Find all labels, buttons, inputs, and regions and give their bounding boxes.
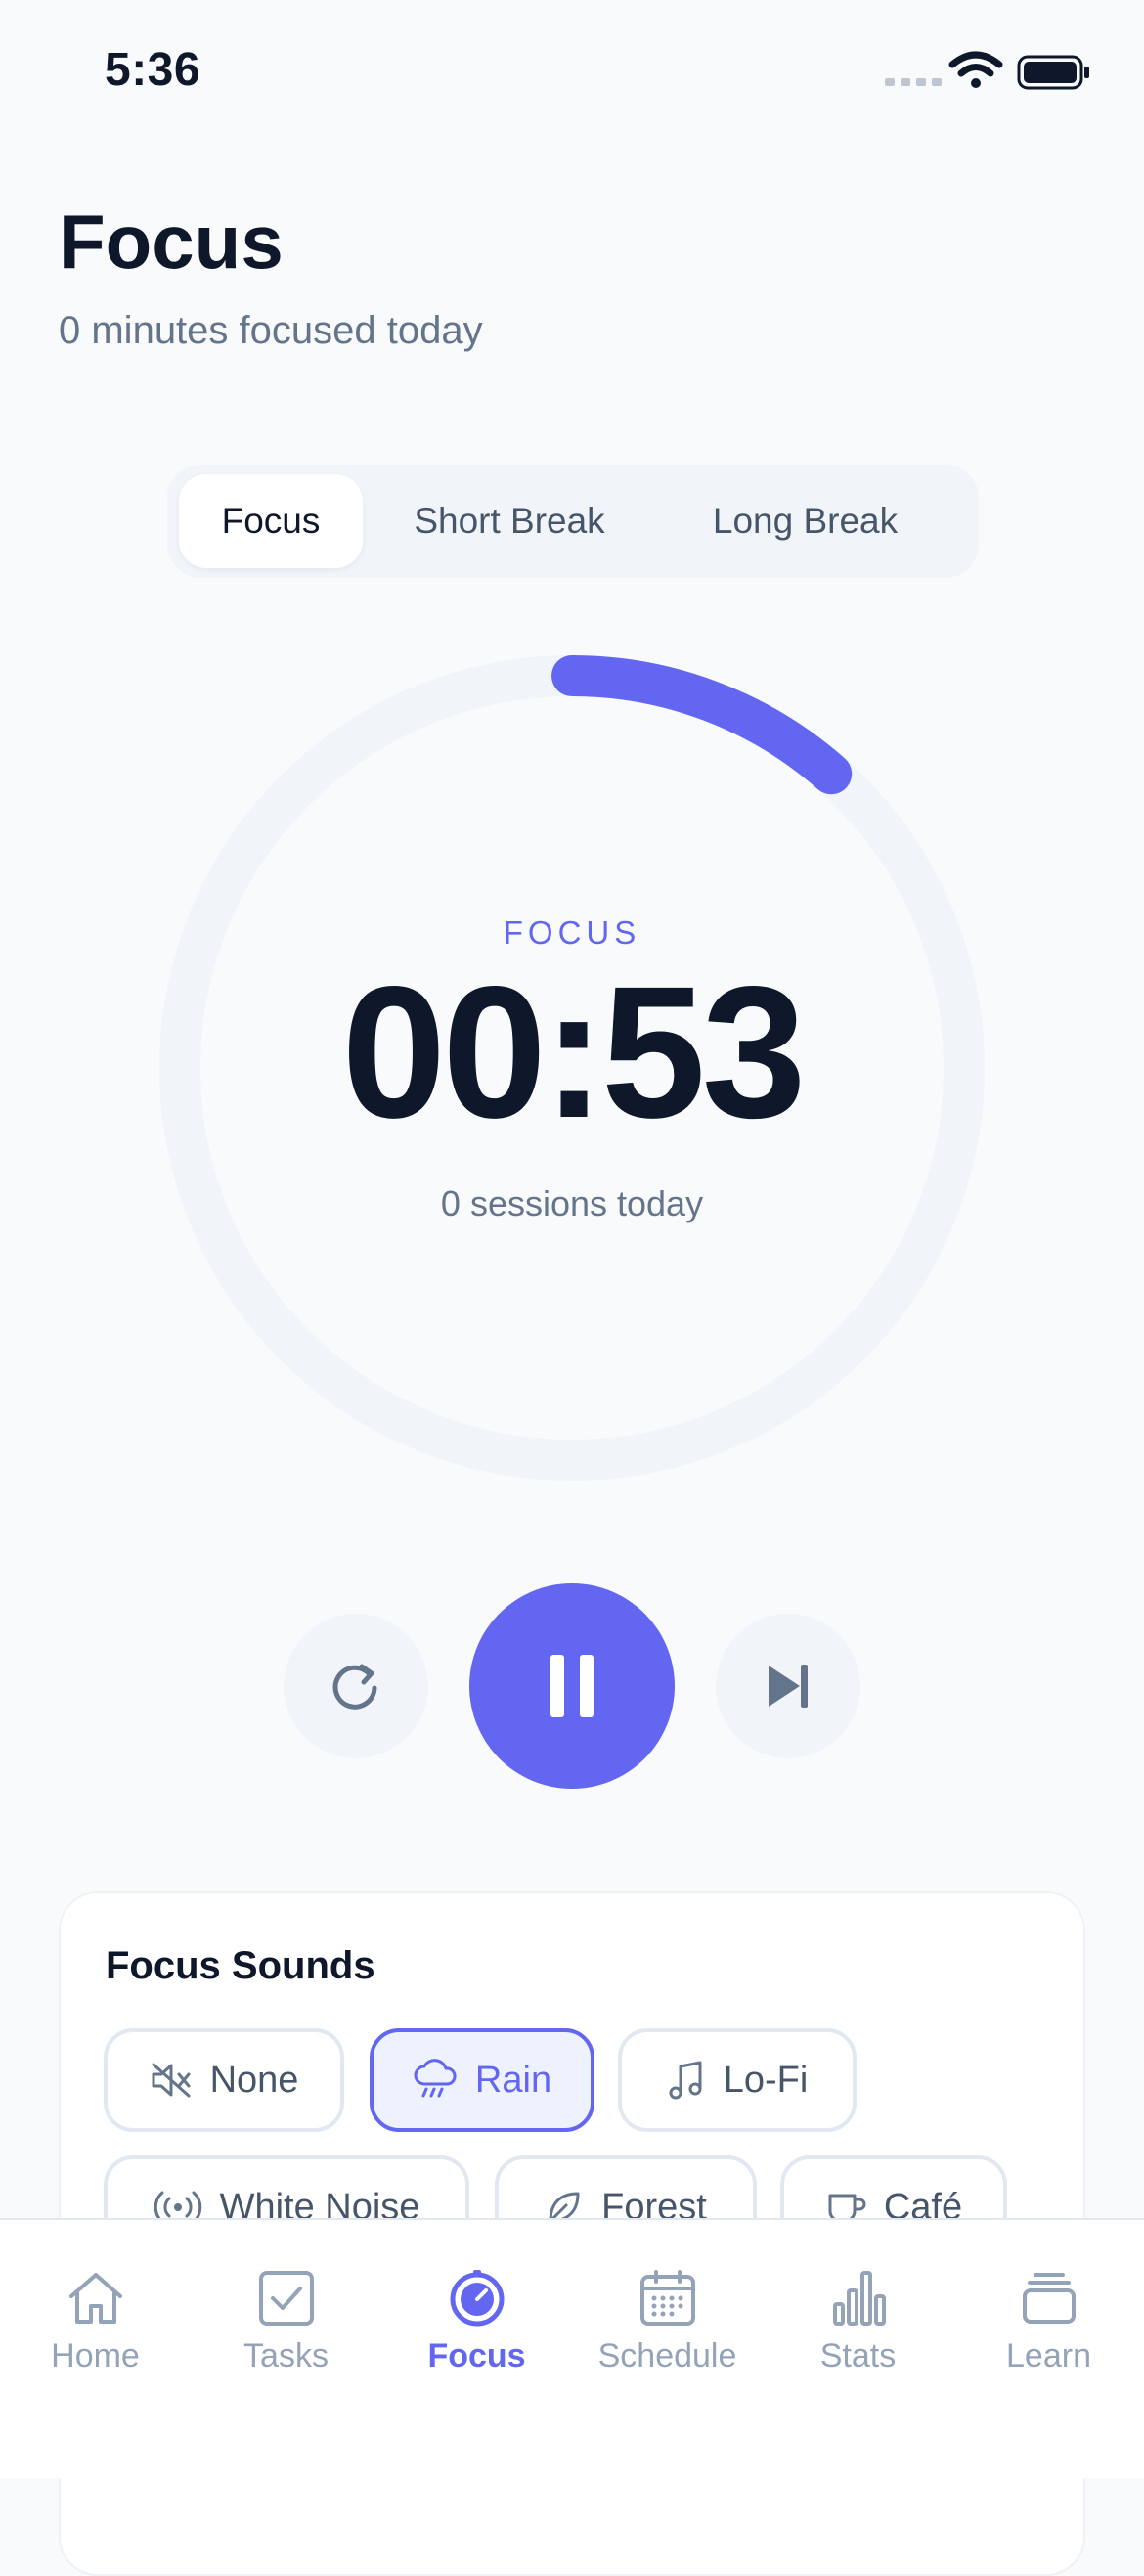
focus-sounds-title: Focus Sounds <box>106 1944 375 1987</box>
sound-option-label: Rain <box>474 2059 552 2101</box>
tab-label: Stats <box>819 2337 897 2375</box>
learn-icon <box>1022 2273 1076 2324</box>
timer-display: 00:53 <box>341 947 806 1157</box>
sound-option-rain[interactable]: Rain <box>370 2028 594 2132</box>
rain-icon <box>414 2059 457 2098</box>
tab-home[interactable]: Home <box>0 2220 191 2416</box>
tasks-icon <box>258 2271 314 2326</box>
tab-long-break[interactable]: Long Break <box>671 474 940 568</box>
bottom-tab-bar: Home Tasks Focus Schedule Stats Learn <box>0 2218 1144 2478</box>
tab-focus-nav[interactable]: Focus <box>381 2220 572 2416</box>
tab-focus[interactable]: Focus <box>179 474 363 568</box>
tab-tasks[interactable]: Tasks <box>191 2220 381 2416</box>
tab-label: Tasks <box>243 2337 329 2375</box>
tab-stats[interactable]: Stats <box>763 2220 953 2416</box>
tab-short-break[interactable]: Short Break <box>387 474 632 568</box>
calendar-icon <box>639 2270 695 2326</box>
skip-icon <box>769 1665 808 1708</box>
page-title: Focus <box>59 199 284 285</box>
pause-button[interactable] <box>469 1583 675 1789</box>
tab-label: Focus <box>427 2337 526 2375</box>
tab-schedule[interactable]: Schedule <box>572 2220 763 2416</box>
sound-option-lofi[interactable]: Lo-Fi <box>618 2028 857 2132</box>
home-icon <box>68 2273 122 2324</box>
tab-label: Schedule <box>597 2337 737 2375</box>
mute-icon <box>152 2063 191 2098</box>
cellular-signal-icon <box>885 78 942 86</box>
status-bar: 5:36 <box>0 0 1144 147</box>
mode-segmented-control: Focus Short Break Long Break <box>167 465 979 578</box>
status-time: 5:36 <box>105 44 201 96</box>
sound-option-label: None <box>209 2059 299 2101</box>
sessions-count: 0 sessions today <box>440 1183 704 1223</box>
reset-button[interactable] <box>284 1614 428 1758</box>
tab-learn[interactable]: Learn <box>953 2220 1144 2416</box>
tab-label: Learn <box>1006 2337 1091 2375</box>
skip-button[interactable] <box>716 1614 860 1758</box>
focused-today-summary: 0 minutes focused today <box>59 309 483 352</box>
wifi-icon <box>948 51 1003 88</box>
stats-icon <box>832 2271 886 2326</box>
music-icon <box>669 2061 702 2100</box>
sound-option-none[interactable]: None <box>104 2028 344 2132</box>
reset-icon <box>332 1664 377 1710</box>
battery-icon <box>1017 55 1089 90</box>
tab-label: Home <box>51 2337 140 2375</box>
pause-icon <box>550 1655 594 1717</box>
focus-icon <box>450 2270 504 2327</box>
sound-option-label: Lo-Fi <box>723 2059 809 2101</box>
